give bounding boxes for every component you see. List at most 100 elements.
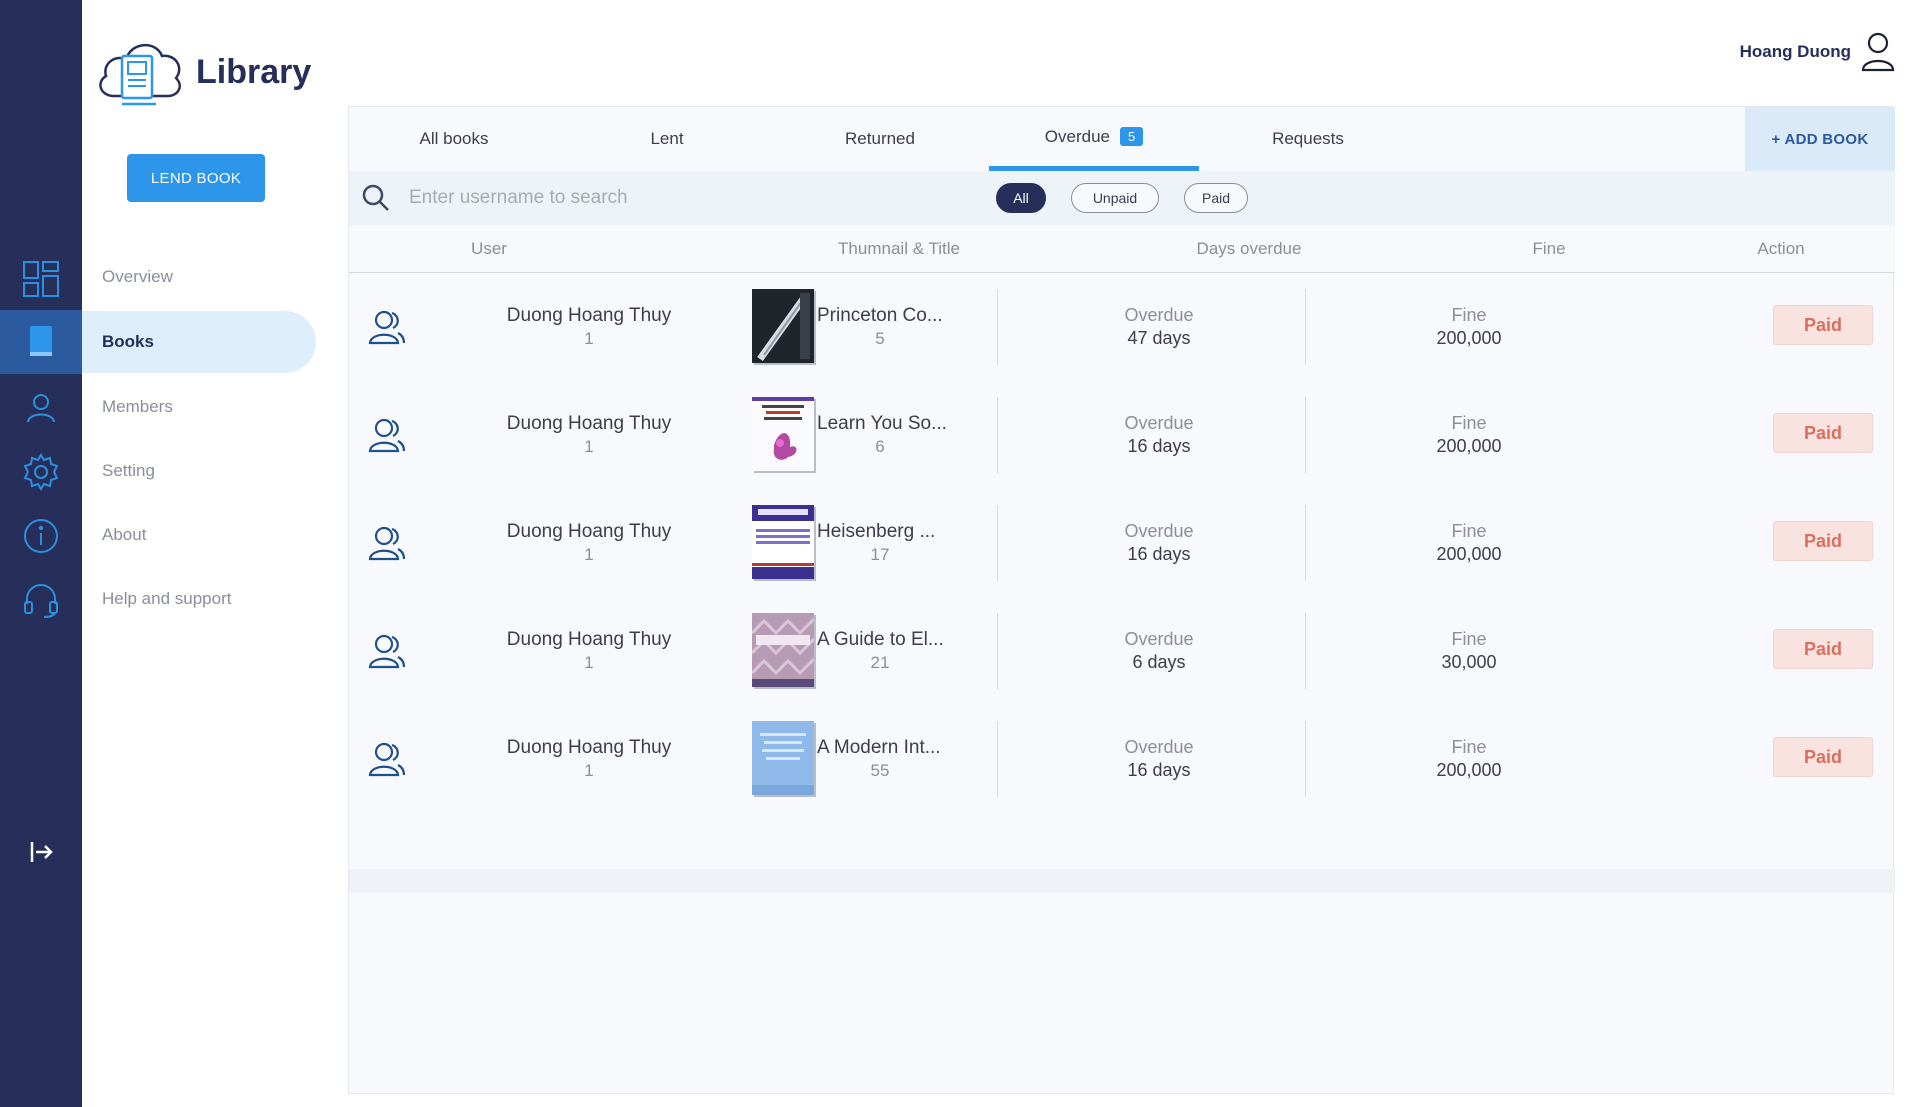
column-header-user: User — [471, 239, 507, 258]
tab-label: Requests — [1272, 129, 1344, 148]
book-thumbnail[interactable] — [752, 397, 814, 471]
dashboard-icon[interactable] — [0, 255, 82, 303]
fine-amount: 200,000 — [1436, 436, 1502, 456]
table-row: Duong Hoang Thuy 1 Heisenberg ... 17 Overd… — [349, 489, 1895, 597]
members-icon — [368, 310, 406, 345]
fine-amount: 200,000 — [1436, 328, 1502, 348]
sidebar-item-overview[interactable]: Overview — [82, 246, 316, 308]
members-icon — [368, 418, 406, 453]
overdue-label: Overdue — [1124, 305, 1194, 325]
user-name-cell: Duong Hoang Thuy — [506, 305, 672, 326]
gear-icon[interactable] — [0, 448, 82, 496]
book-thumbnail[interactable] — [752, 289, 814, 363]
user-id-cell: 1 — [584, 329, 594, 348]
divider — [997, 289, 998, 365]
divider — [1305, 397, 1306, 473]
members-icon[interactable] — [0, 384, 82, 432]
overdue-label: Overdue — [1124, 737, 1194, 757]
filter-paid[interactable]: Paid — [1184, 183, 1248, 213]
book-icon[interactable] — [0, 310, 82, 374]
table-header: User Thumnail & Title Days overdue Fine … — [349, 225, 1895, 273]
tab-all-books[interactable]: All books — [349, 107, 559, 171]
fine-label: Fine — [1451, 737, 1487, 757]
divider — [1305, 721, 1306, 797]
book-id: 6 — [875, 437, 885, 456]
search-input[interactable] — [409, 181, 929, 215]
book-title: Learn You So... — [817, 413, 947, 434]
divider — [997, 397, 998, 473]
logout-icon[interactable] — [0, 828, 82, 876]
sidebar-item-help[interactable]: Help and support — [82, 568, 316, 630]
search-bar: All Unpaid Paid — [349, 171, 1895, 225]
app-logo: Library — [94, 34, 311, 110]
table-row: Duong Hoang Thuy 1 Learn You So... 6 Overd… — [349, 381, 1895, 489]
divider — [997, 721, 998, 797]
user-name-cell: Duong Hoang Thuy — [506, 737, 672, 758]
book-title: Heisenberg ... — [817, 521, 936, 542]
sidebar-item-label: Overview — [102, 267, 173, 286]
members-icon — [368, 742, 406, 777]
user-name-cell: Duong Hoang Thuy — [506, 629, 672, 650]
cloud-book-icon — [99, 44, 181, 106]
table-row: Duong Hoang Thuy 1 A Guide to El... 21 Ove… — [349, 597, 1895, 705]
tab-label: Lent — [650, 129, 684, 148]
info-icon[interactable] — [0, 512, 82, 560]
overdue-label: Overdue — [1124, 629, 1194, 649]
divider — [1305, 289, 1306, 365]
user-id-cell: 1 — [584, 653, 594, 672]
fine-label: Fine — [1451, 413, 1487, 433]
tab-returned[interactable]: Returned — [775, 107, 985, 171]
sidebar-item-books[interactable]: Books — [82, 311, 316, 373]
paid-button[interactable]: Paid — [1773, 629, 1873, 669]
sidebar-item-label: Help and support — [102, 589, 232, 608]
sidebar-item-about[interactable]: About — [82, 504, 316, 566]
search-icon — [362, 184, 389, 211]
add-book-button[interactable]: + ADD BOOK — [1745, 107, 1895, 171]
table-footer — [349, 869, 1895, 893]
overdue-label: Overdue — [1124, 521, 1194, 541]
book-thumbnail[interactable] — [752, 505, 814, 579]
paid-button[interactable]: Paid — [1773, 521, 1873, 561]
filter-unpaid[interactable]: Unpaid — [1071, 183, 1159, 213]
days-overdue: 47 days — [1127, 328, 1191, 348]
book-id: 55 — [870, 761, 890, 780]
sidebar-item-label: About — [102, 525, 147, 544]
days-overdue: 16 days — [1127, 544, 1191, 564]
book-id: 17 — [870, 545, 890, 564]
tab-overdue[interactable]: Overdue 5 — [989, 107, 1199, 171]
lend-book-button[interactable]: LEND BOOK — [127, 154, 265, 202]
fine-label: Fine — [1451, 305, 1487, 325]
book-id: 5 — [875, 329, 885, 348]
divider — [1305, 613, 1306, 689]
user-name: Hoang Duong — [1739, 42, 1851, 61]
book-thumbnail[interactable] — [752, 721, 814, 795]
sidebar-item-members[interactable]: Members — [82, 376, 316, 438]
fine-amount: 200,000 — [1436, 760, 1502, 780]
column-header-days-overdue: Days overdue — [1196, 239, 1302, 258]
app-title: Library — [196, 52, 312, 91]
column-header-fine: Fine — [1532, 239, 1566, 258]
days-overdue: 16 days — [1127, 436, 1191, 456]
paid-button[interactable]: Paid — [1773, 737, 1873, 777]
user-menu[interactable]: Hoang Duong — [1740, 32, 1895, 72]
tab-lent[interactable]: Lent — [562, 107, 772, 171]
table-row: Duong Hoang Thuy 1 A Modern Int... 55 Over… — [349, 705, 1895, 813]
book-thumbnail[interactable] — [752, 613, 814, 687]
paid-button[interactable]: Paid — [1773, 305, 1873, 345]
divider — [997, 505, 998, 581]
user-id-cell: 1 — [584, 437, 594, 456]
column-header-action: Action — [1757, 239, 1805, 258]
days-overdue: 16 days — [1127, 760, 1191, 780]
filter-all[interactable]: All — [996, 183, 1046, 213]
user-icon — [1861, 32, 1895, 72]
books-panel: All books Lent Returned Overdue 5 Reques… — [348, 106, 1895, 1094]
tab-bar: All books Lent Returned Overdue 5 Reques… — [349, 107, 1895, 171]
tab-label: Overdue — [1044, 126, 1110, 146]
overdue-count-badge: 5 — [1119, 127, 1144, 146]
paid-button[interactable]: Paid — [1773, 413, 1873, 453]
headset-icon[interactable] — [0, 576, 82, 624]
table-row: Duong Hoang Thuy 1 Princeton Co... 5 Overd… — [349, 273, 1895, 381]
icon-rail — [0, 0, 82, 1107]
tab-requests[interactable]: Requests — [1203, 107, 1413, 171]
sidebar-item-setting[interactable]: Setting — [82, 440, 316, 502]
